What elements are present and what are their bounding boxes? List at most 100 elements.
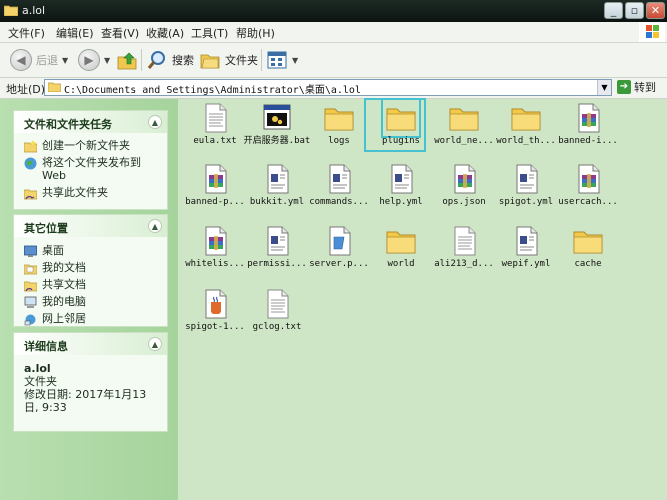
file-item[interactable]: banned-i...	[557, 102, 619, 162]
details-modified: 修改日期: 2017年1月13日, 9:33	[24, 388, 147, 414]
menu-edit[interactable]: 编辑(E)	[56, 25, 94, 41]
document-file-icon	[267, 164, 289, 194]
forward-arrow-icon: ▶	[78, 49, 100, 71]
text-file-icon	[267, 289, 289, 319]
folder-item[interactable]: logs	[308, 102, 370, 162]
collapse-icon[interactable]: ▲	[148, 337, 162, 351]
network-icon	[24, 314, 36, 326]
search-button[interactable]: 搜索	[146, 47, 194, 73]
menu-bar: 文件(F) 编辑(E) 查看(V) 收藏(A) 工具(T) 帮助(H)	[0, 22, 667, 43]
window-title: a.lol	[22, 4, 46, 17]
file-item[interactable]: ops.json	[433, 163, 495, 223]
file-item[interactable]: eula.txt	[184, 102, 246, 162]
details-header[interactable]: 详细信息 ▲	[14, 333, 167, 355]
folder-icon	[386, 231, 416, 254]
file-item[interactable]: help.yml	[370, 163, 432, 223]
other-places-header[interactable]: 其它位置 ▲	[14, 215, 167, 237]
folder-icon	[511, 108, 541, 131]
item-label: permissi...	[247, 259, 307, 269]
file-item[interactable]: gclog.txt	[246, 288, 308, 348]
details-type: 文件夹	[24, 375, 57, 388]
file-tasks-panel: 文件和文件夹任务 ▲ 创建一个新文件夹 将这个文件夹发布到 Web 共享此文件夹	[13, 110, 168, 210]
document-file-icon	[516, 164, 538, 194]
collapse-icon[interactable]: ▲	[148, 115, 162, 129]
address-input[interactable]: C:\Documents and Settings\Administrator\…	[44, 79, 612, 96]
close-button[interactable]: ✕	[646, 2, 665, 19]
file-item[interactable]: banned-p...	[184, 163, 246, 223]
file-item[interactable]: spigot-1...	[184, 288, 246, 348]
file-item[interactable]: whitelis...	[184, 225, 246, 285]
folder-item[interactable]: world	[370, 225, 432, 285]
file-item[interactable]: permissi...	[246, 225, 308, 285]
file-item[interactable]: wepif.yml	[495, 225, 557, 285]
place-shared-documents[interactable]: 共享文档	[14, 276, 167, 293]
share-folder-icon	[24, 189, 37, 200]
folder-item[interactable]: world_th...	[495, 102, 557, 162]
item-label: banned-i...	[558, 136, 618, 146]
globe-icon	[24, 157, 37, 170]
views-button[interactable]: ▼	[266, 47, 298, 73]
file-item[interactable]: bukkit.yml	[246, 163, 308, 223]
address-bar: 地址(D) C:\Documents and Settings\Administ…	[0, 78, 667, 99]
my-documents-icon	[24, 264, 37, 275]
go-arrow-icon: ➔	[617, 80, 631, 94]
item-label: world_th...	[496, 136, 556, 146]
folder-item[interactable]: cache	[557, 225, 619, 285]
minimize-button[interactable]: _	[604, 2, 623, 19]
chevron-down-icon[interactable]: ▼	[597, 80, 611, 95]
chevron-down-icon: ▼	[62, 55, 69, 65]
archive-file-icon	[578, 164, 600, 194]
windows-logo-icon	[639, 22, 665, 42]
folders-button[interactable]: 文件夹	[199, 47, 258, 73]
details-panel: 详细信息 ▲ a.lol 文件夹 修改日期: 2017年1月13日, 9:33	[13, 332, 168, 432]
document-file-icon	[267, 226, 289, 256]
task-new-folder[interactable]: 创建一个新文件夹	[14, 137, 167, 154]
file-item[interactable]: server.p...	[308, 225, 370, 285]
jar-file-icon	[205, 289, 227, 319]
task-share-folder[interactable]: 共享此文件夹	[14, 184, 167, 201]
place-network[interactable]: 网上邻居	[14, 310, 167, 327]
address-label: 地址(D)	[6, 83, 46, 96]
file-tasks-header[interactable]: 文件和文件夹任务 ▲	[14, 111, 167, 133]
file-item[interactable]: spigot.yml	[495, 163, 557, 223]
menu-favorites[interactable]: 收藏(A)	[146, 25, 184, 41]
chevron-down-icon: ▼	[104, 55, 111, 65]
forward-button[interactable]: ▶ ▼	[78, 47, 110, 73]
file-item[interactable]: ali213_d...	[433, 225, 495, 285]
up-folder-button[interactable]	[116, 47, 138, 73]
file-item[interactable]: usercach...	[557, 163, 619, 223]
place-my-documents[interactable]: 我的文档	[14, 259, 167, 276]
address-path: C:\Documents and Settings\Administrator\…	[64, 85, 361, 96]
back-label: 后退	[36, 54, 58, 67]
document-file-icon	[329, 164, 351, 194]
item-label: ops.json	[442, 197, 486, 207]
title-bar[interactable]: a.lol _ ▫ ✕	[0, 0, 667, 22]
maximize-button[interactable]: ▫	[625, 2, 644, 19]
chevron-down-icon: ▼	[292, 55, 299, 65]
item-label: eula.txt	[193, 136, 237, 146]
collapse-icon[interactable]: ▲	[148, 219, 162, 233]
folder-item[interactable]: world_ne...	[433, 102, 495, 162]
my-computer-icon	[24, 296, 37, 308]
menu-tools[interactable]: 工具(T)	[191, 25, 228, 41]
menu-help[interactable]: 帮助(H)	[236, 25, 275, 41]
place-desktop[interactable]: 桌面	[14, 242, 167, 259]
desktop-icon	[24, 245, 37, 257]
go-button[interactable]: ➔ 转到	[617, 79, 656, 95]
menu-file[interactable]: 文件(F)	[8, 25, 45, 41]
folder-item[interactable]: plugins	[370, 98, 432, 162]
menu-view[interactable]: 查看(V)	[101, 25, 139, 41]
item-label: usercach...	[558, 197, 618, 207]
up-folder-icon	[117, 52, 137, 70]
item-label: bukkit.yml	[249, 197, 305, 207]
folder-icon	[381, 98, 421, 138]
archive-file-icon	[454, 164, 476, 194]
folder-icon	[48, 82, 61, 92]
file-item[interactable]: 开启服务器.bat	[244, 102, 310, 162]
item-label: world	[387, 259, 415, 269]
file-item[interactable]: commands...	[308, 163, 370, 223]
place-my-computer[interactable]: 我的电脑	[14, 293, 167, 310]
task-publish-web[interactable]: 将这个文件夹发布到 Web	[14, 154, 167, 184]
back-button[interactable]: ◀ 后退 ▼	[10, 47, 68, 73]
item-label: spigot.yml	[498, 197, 554, 207]
